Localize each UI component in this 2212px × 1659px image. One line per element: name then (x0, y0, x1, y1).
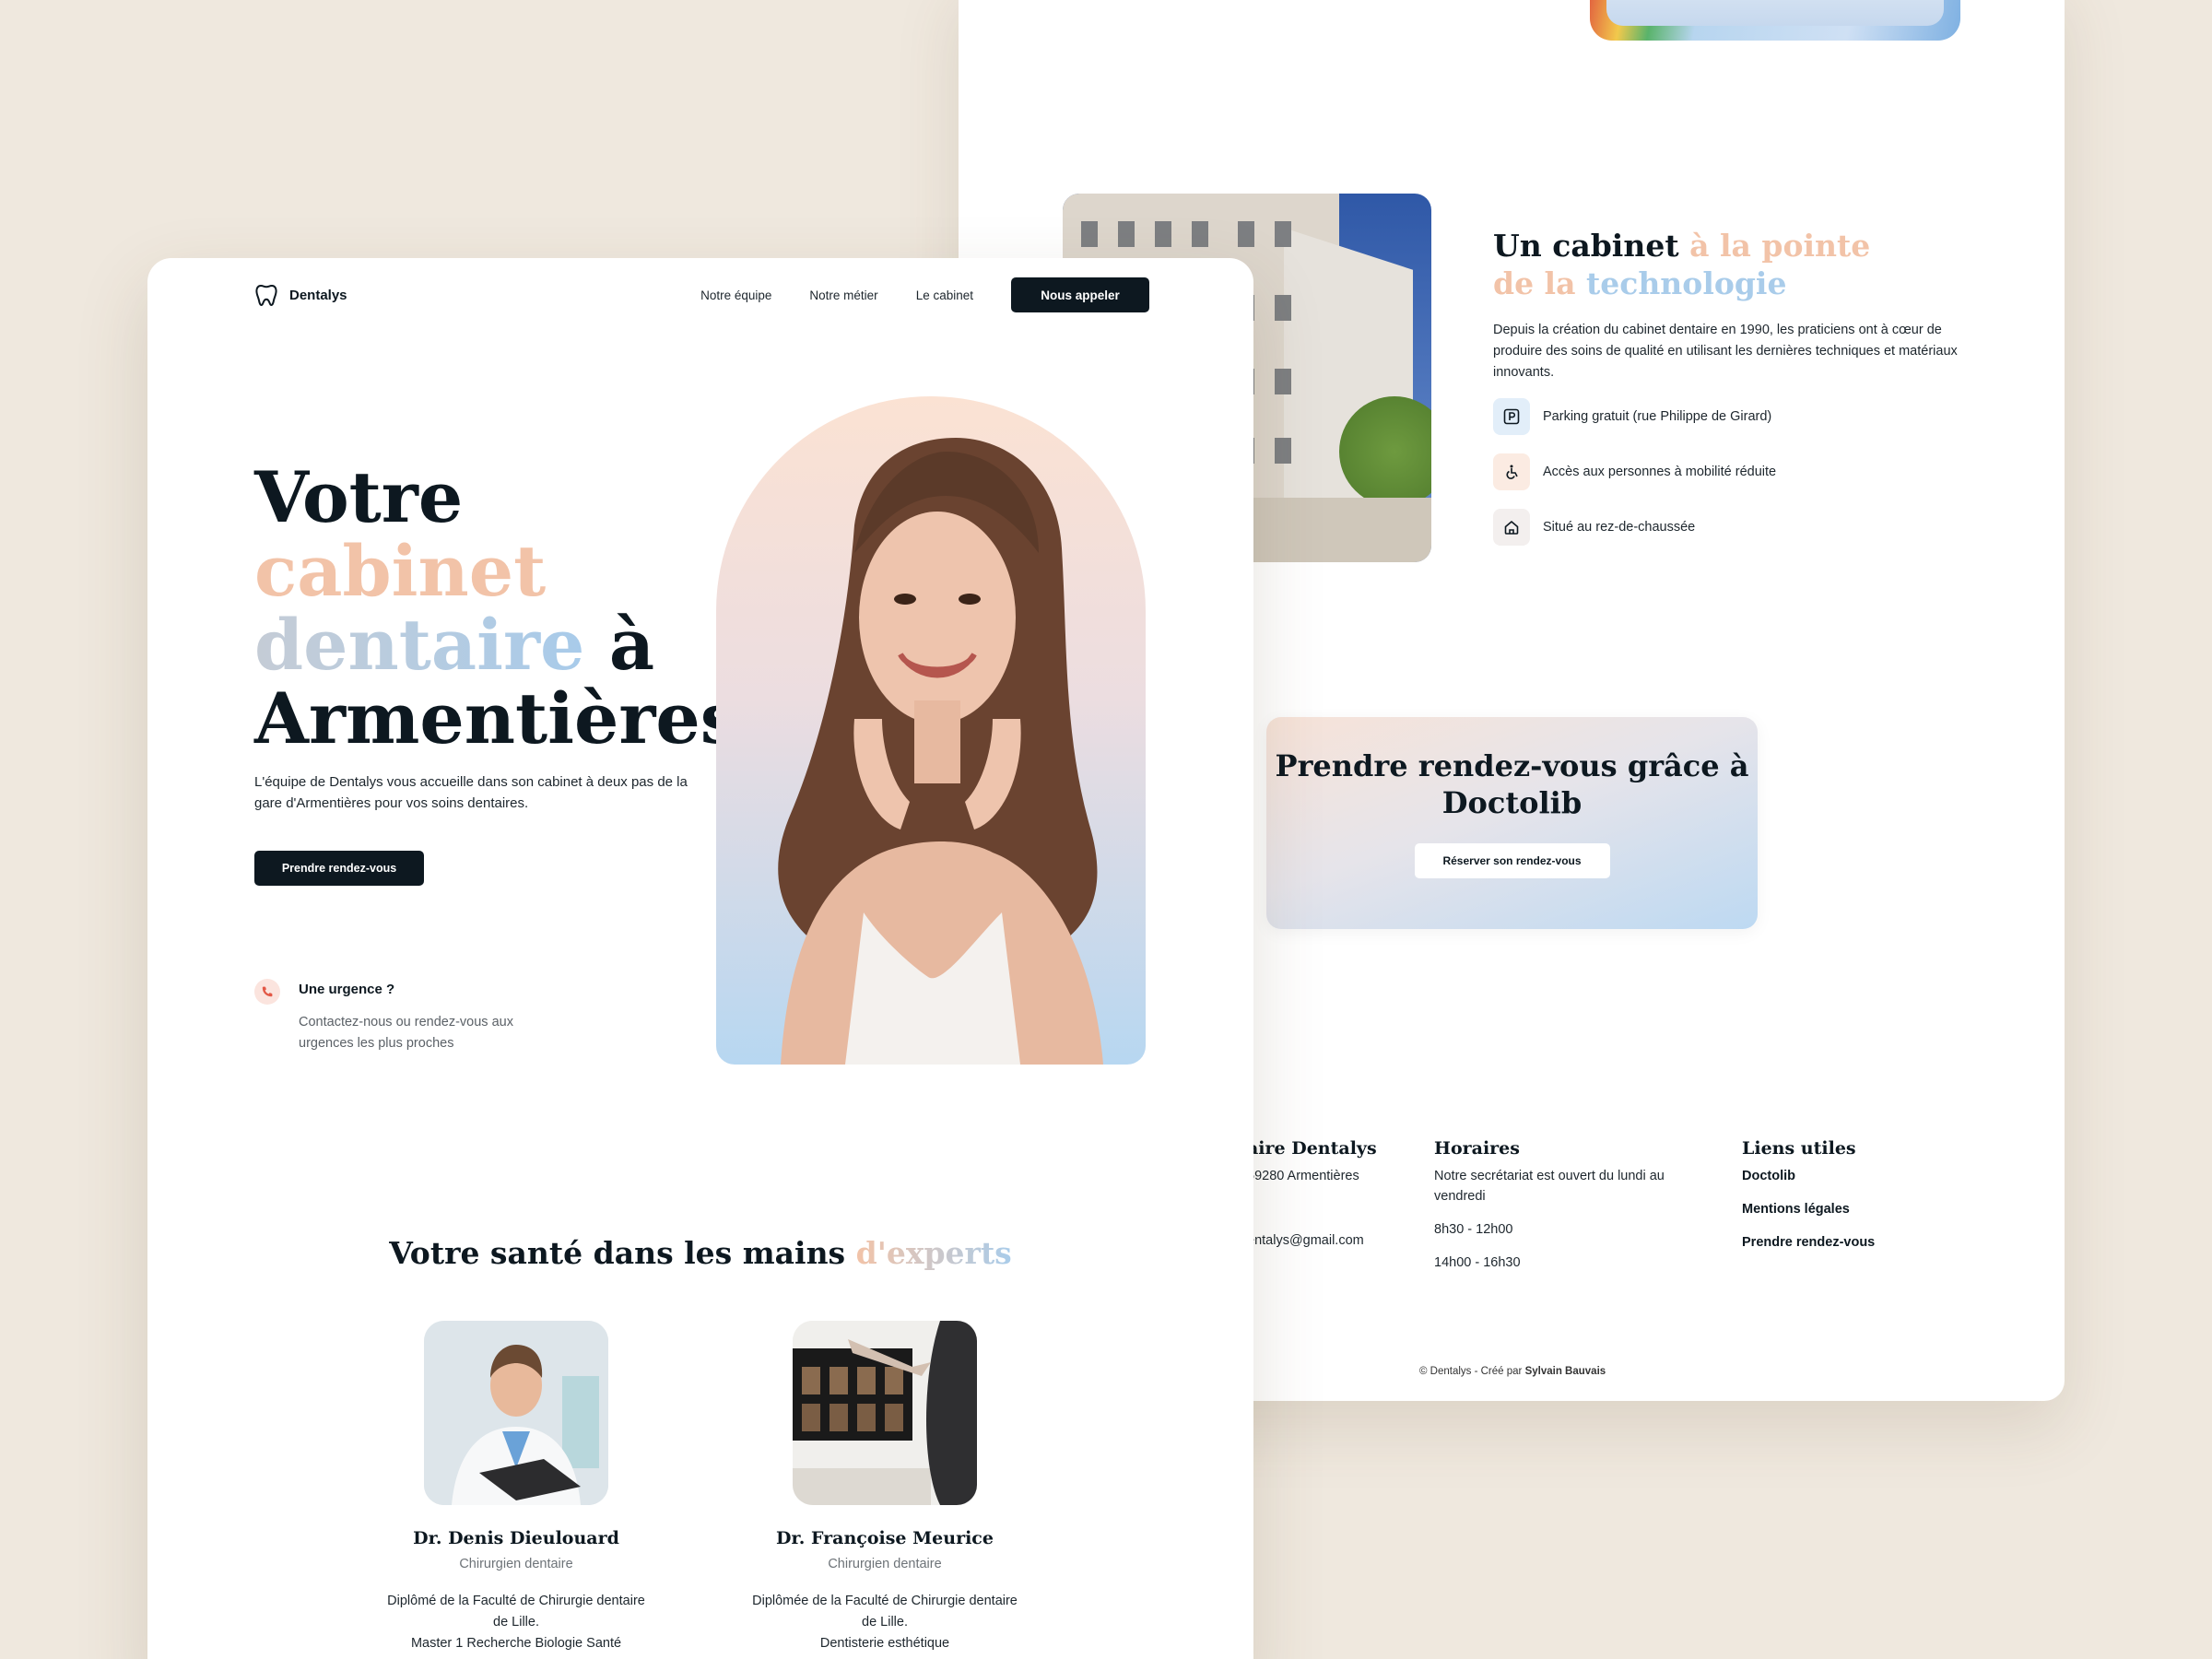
doctor-description-line: Diplômée de la Faculté de Chirurgie dent… (752, 1594, 1018, 1608)
hero-title-line: dentaire (254, 604, 585, 686)
footer-hours-title: Horaires (1434, 1138, 1520, 1159)
wheelchair-icon (1493, 453, 1530, 490)
call-button[interactable]: Nous appeler (1011, 277, 1149, 312)
footer-address: 59280 Armentières (1247, 1169, 1359, 1183)
doctor-photo (424, 1321, 608, 1505)
hero-title: Votre cabinet dentaire à Armentières (254, 461, 740, 756)
top-nav: Dentalys Notre équipe Notre métier Le ca… (254, 276, 1149, 313)
footer-email[interactable]: entalys@gmail.com (1247, 1230, 1377, 1251)
front-page-window: Dentalys Notre équipe Notre métier Le ca… (147, 258, 1253, 1659)
nav-link-team[interactable]: Notre équipe (700, 288, 771, 302)
device-image (1590, 0, 1960, 41)
doctor-role: Chirurgien dentaire (459, 1557, 573, 1571)
cabinet-title-part: Un cabinet (1493, 228, 1679, 264)
cabinet-description: Depuis la création du cabinet dentaire e… (1493, 323, 1958, 380)
footer-hours-morning: 8h30 - 12h00 (1434, 1222, 1513, 1237)
parking-icon (1493, 398, 1530, 435)
feature-ground-floor: Situé au rez-de-chaussée (1493, 509, 1695, 546)
hero-subtitle: L'équipe de Dentalys vous accueille dans… (254, 774, 688, 811)
doctor-photo (793, 1321, 977, 1505)
feature-parking: Parking gratuit (rue Philippe de Girard) (1493, 398, 1771, 435)
experts-title-main: Votre santé dans les mains (389, 1235, 846, 1271)
urgency-text: Contactez-nous ou rendez-vous aux urgenc… (299, 1015, 513, 1051)
cabinet-title-part: technologie (1585, 265, 1787, 301)
doctor-role: Chirurgien dentaire (828, 1557, 942, 1571)
copyright-prefix: © Dentalys - Créé par (1419, 1366, 1523, 1377)
hero-smiling-woman-photo (716, 396, 1146, 1065)
doctor-name: Dr. Françoise Meurice (776, 1528, 994, 1548)
doctor-description-line: Diplômé de la Faculté de Chirurgie denta… (387, 1594, 645, 1608)
doctor-card: Dr. Françoise Meurice Chirurgien dentair… (747, 1321, 1023, 1654)
urgency-title: Une urgence ? (299, 982, 395, 997)
doctor-description-line: de Lille. (493, 1615, 539, 1630)
footer-link-appointment[interactable]: Prendre rendez-vous (1742, 1232, 1875, 1253)
feature-accessibility: Accès aux personnes à mobilité réduite (1493, 453, 1776, 490)
cabinet-title-part: à la (1689, 228, 1751, 264)
feature-label: Situé au rez-de-chaussée (1543, 520, 1696, 535)
hero-title-line: cabinet (254, 530, 547, 612)
tooth-icon (255, 285, 277, 306)
doctor-name: Dr. Denis Dieulouard (413, 1528, 619, 1548)
footer-hours: Horaires Notre secrétariat est ouvert du… (1434, 1138, 1701, 1273)
doctor-description-line: Dentisterie esthétique (819, 1636, 950, 1651)
experts-title-accent: d'experts (855, 1235, 1012, 1271)
footer-contact-title: aire Dentalys (1247, 1138, 1377, 1159)
brand-logo[interactable]: Dentalys (254, 283, 347, 307)
footer-links: Liens utiles Doctolib Mentions légales P… (1742, 1138, 1875, 1253)
doctolib-card: Prendre rendez-vous grâce à Doctolib Rés… (1266, 717, 1758, 929)
footer-links-title: Liens utiles (1742, 1138, 1856, 1159)
phone-icon (254, 979, 280, 1005)
copyright: © Dentalys - Créé par Sylvain Bauvais (1419, 1366, 1606, 1377)
footer-contact: aire Dentalys 59280 Armentières entalys@… (1247, 1138, 1377, 1251)
nav-link-cabinet[interactable]: Le cabinet (916, 288, 973, 302)
feature-label: Accès aux personnes à mobilité réduite (1543, 465, 1777, 479)
nav-link-profession[interactable]: Notre métier (809, 288, 877, 302)
copyright-author[interactable]: Sylvain Bauvais (1525, 1366, 1606, 1377)
doctor-card: Dr. Denis Dieulouard Chirurgien dentaire… (378, 1321, 654, 1654)
book-appointment-hero-button[interactable]: Prendre rendez-vous (254, 851, 424, 886)
brand-name: Dentalys (289, 287, 347, 303)
footer-link-legal[interactable]: Mentions légales (1742, 1199, 1875, 1219)
doctolib-title: Prendre rendez-vous grâce à Doctolib (1275, 748, 1749, 820)
feature-label: Parking gratuit (rue Philippe de Girard) (1543, 409, 1772, 424)
footer-link-doctolib[interactable]: Doctolib (1742, 1166, 1875, 1186)
doctor-description-line: de Lille. (862, 1615, 908, 1630)
hero-title-line: à (608, 604, 655, 686)
footer-hours-text: Notre secrétariat est ouvert du lundi au… (1434, 1169, 1665, 1204)
cabinet-title: Un cabinet à la pointe de la technologie (1493, 227, 1899, 302)
hero-title-line: Armentières (254, 677, 740, 759)
experts-title: Votre santé dans les mains d'experts (147, 1235, 1253, 1271)
footer-hours-afternoon: 14h00 - 16h30 (1434, 1255, 1521, 1270)
book-appointment-button[interactable]: Réserver son rendez-vous (1414, 843, 1610, 878)
home-icon (1493, 509, 1530, 546)
doctor-description: Diplômé de la Faculté de Chirurgie denta… (378, 1591, 654, 1654)
doctor-description-line: Master 1 Recherche Biologie Santé (410, 1636, 622, 1651)
nav-links: Notre équipe Notre métier Le cabinet Nou… (700, 277, 1149, 312)
hero-title-line: Votre (254, 456, 464, 538)
doctor-description: Diplômée de la Faculté de Chirurgie dent… (747, 1591, 1023, 1654)
